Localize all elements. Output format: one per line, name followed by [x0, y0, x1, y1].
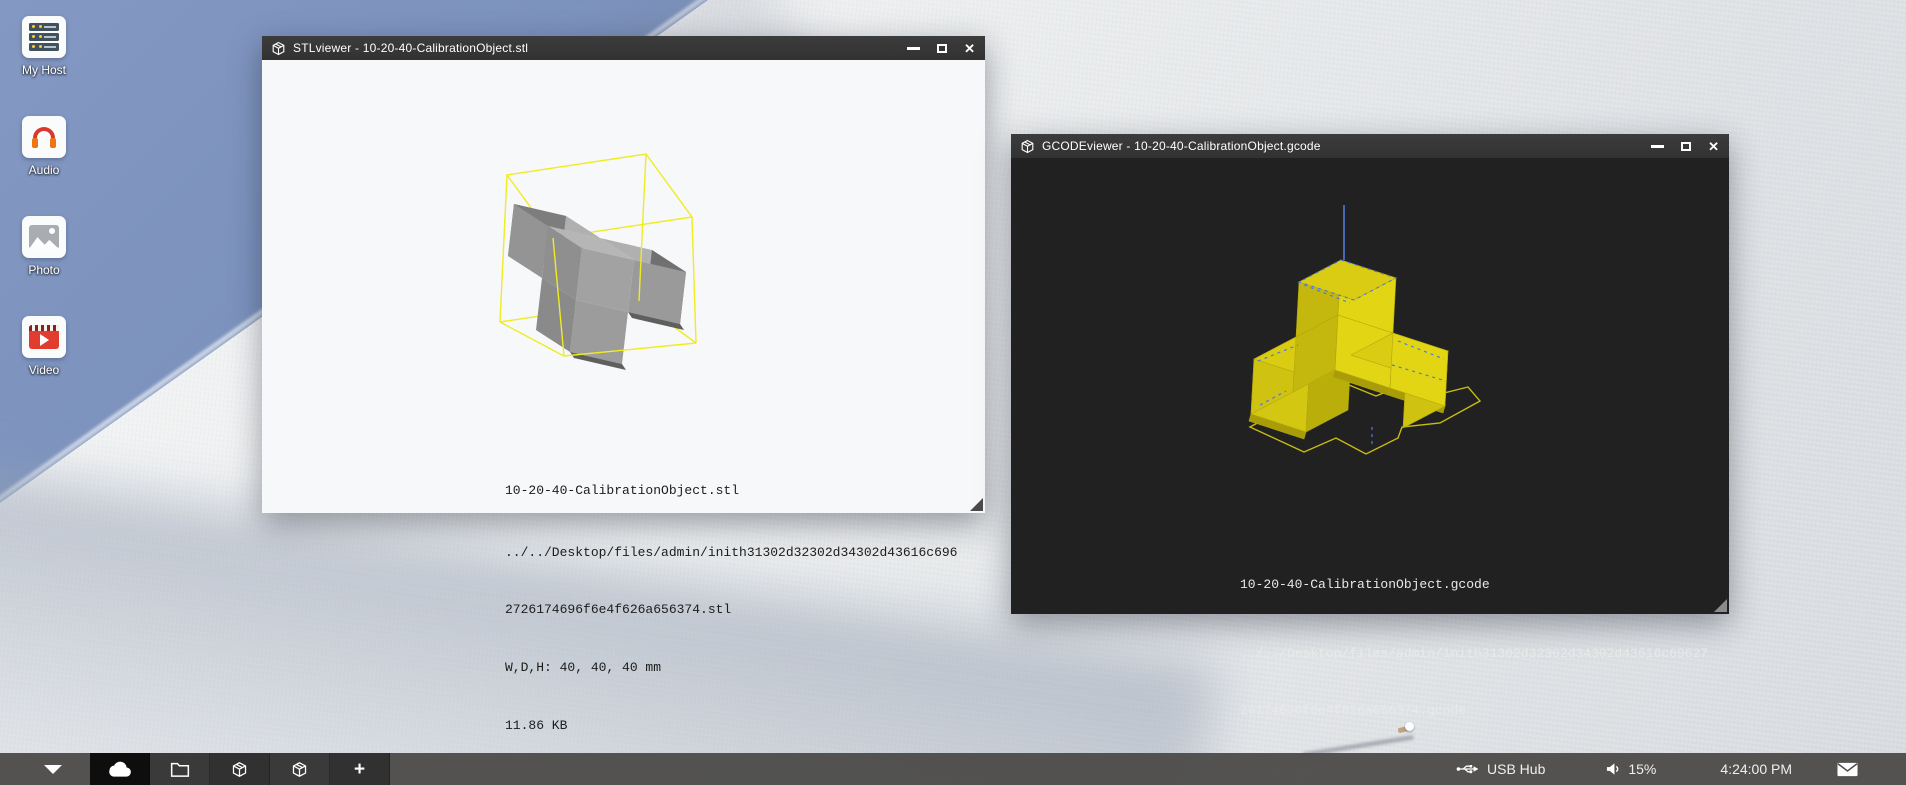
package-cube-icon	[1020, 139, 1035, 154]
stl-file-info: 10-20-40-CalibrationObject.stl ../../Des…	[505, 443, 957, 773]
window-title: GCODEviewer - 10-20-40-CalibrationObject…	[1042, 139, 1321, 153]
gcodeviewer-window: GCODEviewer - 10-20-40-CalibrationObject…	[1011, 134, 1729, 614]
desktop-icon-column: My Host Audio Photo Video	[8, 16, 80, 416]
taskbar-button-gcodeviewer[interactable]	[270, 753, 330, 785]
desktop-icon-my-host[interactable]: My Host	[8, 16, 80, 116]
stl-path-line2: 2726174696f6e4f626a656374.stl	[505, 600, 957, 619]
cloud-icon	[107, 760, 133, 778]
video-icon	[22, 316, 66, 358]
speaker-icon	[1606, 762, 1621, 776]
stl-3d-model	[480, 140, 730, 390]
desktop-icon-label: Video	[29, 363, 59, 377]
gcode-3d-toolpath	[1240, 165, 1520, 495]
photo-icon	[22, 216, 66, 258]
usb-icon	[1456, 763, 1480, 775]
window-title: STLviewer - 10-20-40-CalibrationObject.s…	[293, 41, 528, 55]
package-cube-icon	[231, 761, 248, 778]
plus-icon: +	[354, 760, 365, 779]
gcodeviewer-titlebar[interactable]: GCODEviewer - 10-20-40-CalibrationObject…	[1011, 134, 1729, 158]
minimize-button[interactable]	[1651, 145, 1664, 148]
chevron-down-icon[interactable]	[44, 765, 62, 774]
desktop-icon-photo[interactable]: Photo	[8, 216, 80, 316]
package-cube-icon	[291, 761, 308, 778]
taskbar-button-add[interactable]: +	[330, 753, 390, 785]
server-icon	[22, 16, 66, 58]
desktop-icon-label: My Host	[22, 63, 66, 77]
gcode-viewport[interactable]: 10-20-40-CalibrationObject.gcode ../../D…	[1011, 158, 1729, 614]
desktop-icon-label: Audio	[29, 163, 60, 177]
taskbar-button-cloud[interactable]	[90, 753, 150, 785]
stlviewer-window: STLviewer - 10-20-40-CalibrationObject.s…	[262, 36, 985, 513]
usb-label: USB Hub	[1487, 761, 1545, 777]
close-button[interactable]: ✕	[1708, 140, 1719, 153]
taskbar-status-area: USB Hub 15% 4:24:00 PM	[1456, 753, 1906, 785]
taskbar-button-files[interactable]	[150, 753, 210, 785]
taskbar: + USB Hub 15% 4:24:00 PM	[0, 753, 1906, 785]
close-button[interactable]: ✕	[964, 42, 975, 55]
stlviewer-titlebar[interactable]: STLviewer - 10-20-40-CalibrationObject.s…	[262, 36, 985, 60]
stl-filesize: 11.86 KB	[505, 716, 957, 735]
envelope-icon	[1837, 762, 1858, 777]
taskbar-button-stlviewer[interactable]	[210, 753, 270, 785]
stl-filename: 10-20-40-CalibrationObject.stl	[505, 481, 957, 500]
volume-status[interactable]: 15%	[1606, 761, 1656, 777]
usb-status[interactable]: USB Hub	[1456, 761, 1545, 777]
headphones-icon	[22, 116, 66, 158]
maximize-button[interactable]	[1681, 142, 1691, 151]
resize-handle[interactable]	[970, 498, 983, 511]
package-cube-icon	[271, 41, 286, 56]
folder-icon	[170, 761, 190, 778]
desktop-icon-label: Photo	[28, 263, 59, 277]
gcode-file-info: 10-20-40-CalibrationObject.gcode ../../D…	[1240, 537, 1708, 785]
stl-path-line1: ../../Desktop/files/admin/inith31302d323…	[505, 543, 957, 562]
gcode-path-line1: ../../Desktop/files/admin/inith31302d323…	[1240, 644, 1708, 663]
volume-percent: 15%	[1628, 761, 1656, 777]
desktop-icon-video[interactable]: Video	[8, 316, 80, 416]
clock-text: 4:24:00 PM	[1720, 761, 1792, 777]
gcode-filename: 10-20-40-CalibrationObject.gcode	[1240, 575, 1708, 594]
clock[interactable]: 4:24:00 PM	[1720, 761, 1792, 777]
resize-handle[interactable]	[1714, 599, 1727, 612]
messages-tray[interactable]	[1837, 762, 1858, 777]
stl-dimensions: W,D,H: 40, 40, 40 mm	[505, 658, 957, 677]
taskbar-buttons: +	[90, 753, 390, 785]
maximize-button[interactable]	[937, 44, 947, 53]
gcode-path-line2: 26174696f6e4f626a656374.gcode	[1240, 701, 1708, 720]
minimize-button[interactable]	[907, 47, 920, 50]
desktop-icon-audio[interactable]: Audio	[8, 116, 80, 216]
stl-viewport[interactable]: 10-20-40-CalibrationObject.stl ../../Des…	[262, 60, 985, 513]
